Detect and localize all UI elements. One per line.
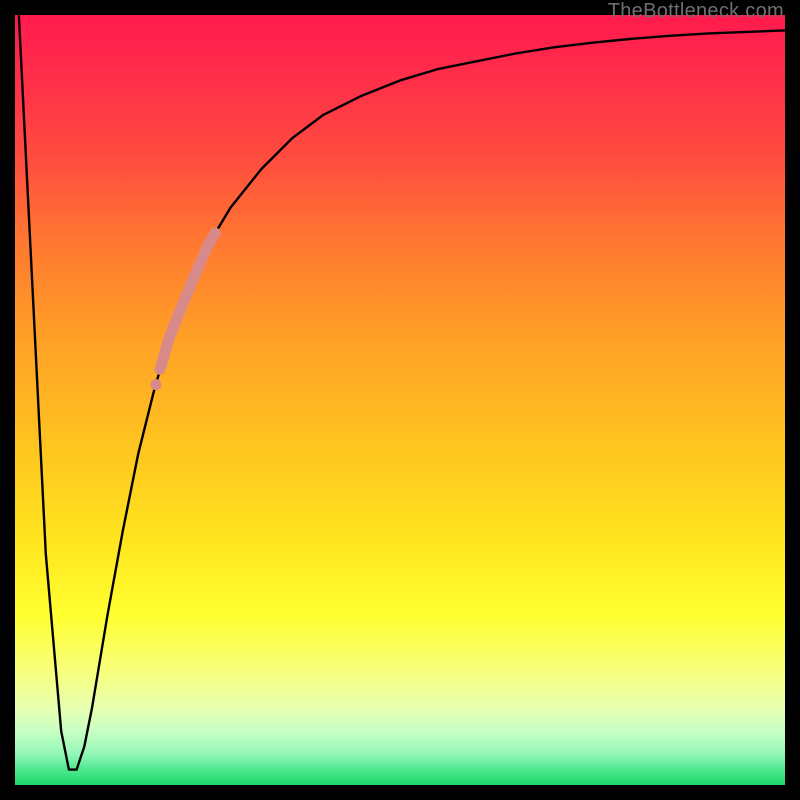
plot-area <box>15 15 785 785</box>
chart-stage: TheBottleneck.com <box>0 0 800 800</box>
highlight-segment <box>161 233 215 365</box>
curve-svg <box>15 15 785 785</box>
highlight-dot <box>150 379 161 390</box>
watermark-label: TheBottleneck.com <box>608 0 784 23</box>
highlight-dot <box>154 364 165 375</box>
bottleneck-curve <box>19 15 785 770</box>
